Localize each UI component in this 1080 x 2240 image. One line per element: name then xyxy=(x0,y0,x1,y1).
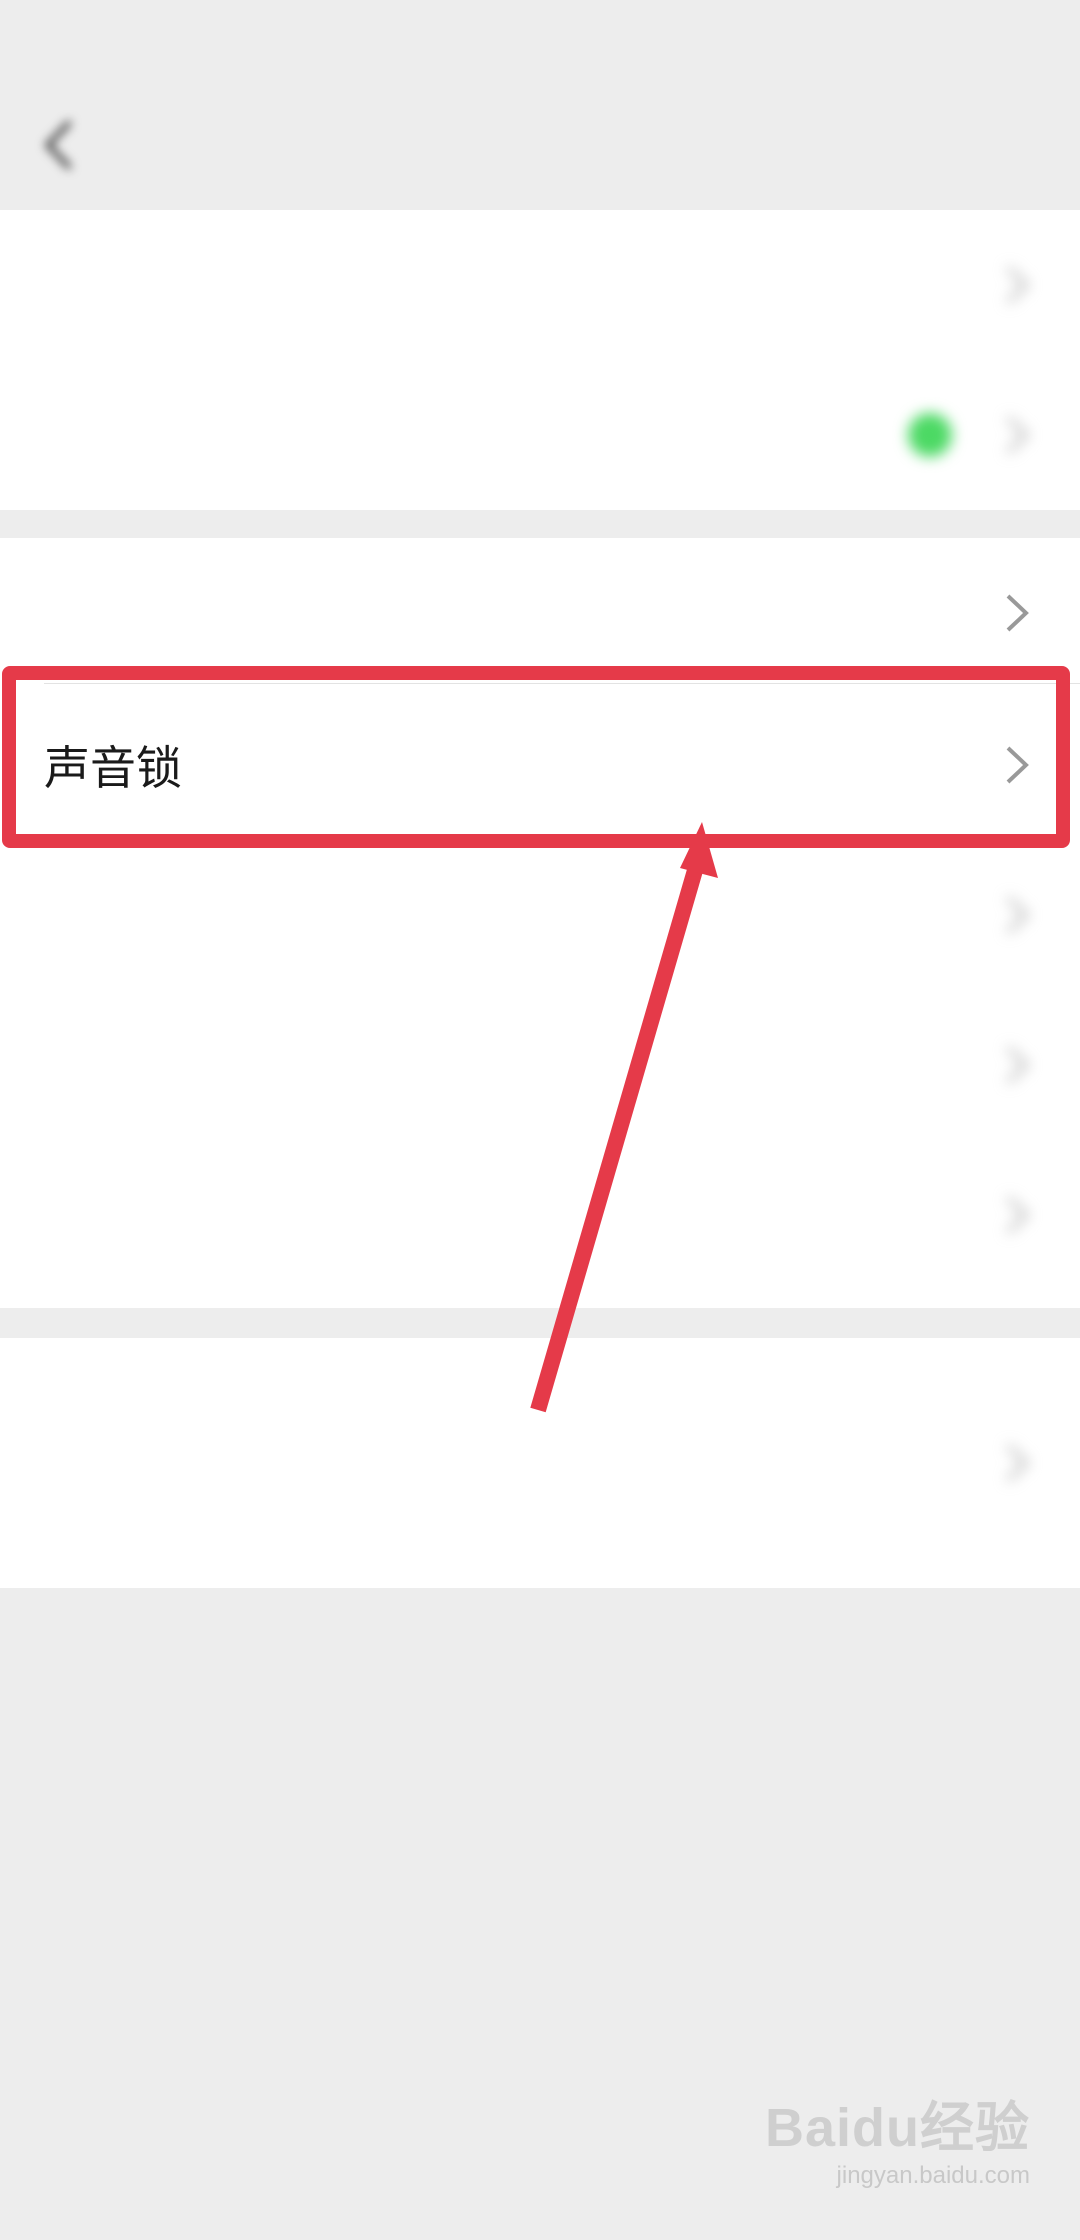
voice-lock-label: 声音锁 xyxy=(44,742,182,794)
baidu-jingyan-watermark: Baidu经验 jingyan.baidu.com xyxy=(765,2083,1030,2190)
settings-group-security: 声音锁 xyxy=(0,538,1080,1308)
settings-group-account xyxy=(0,210,1080,510)
settings-row-2-value xyxy=(908,413,970,457)
settings-group-center xyxy=(0,1338,1080,1588)
chevron-right-icon xyxy=(1006,746,1029,784)
nav-bar xyxy=(0,80,1080,210)
settings-row-3[interactable] xyxy=(0,538,1080,688)
settings-row-1[interactable] xyxy=(0,210,1080,360)
chevron-right-icon xyxy=(1006,416,1029,454)
chevron-left-icon xyxy=(44,120,72,170)
settings-row-6[interactable] xyxy=(0,990,1080,1140)
watermark-brand: Baidu经验 xyxy=(764,2098,1030,2158)
back-button[interactable] xyxy=(30,110,90,180)
status-bar xyxy=(0,0,1080,80)
chevron-right-icon xyxy=(1006,896,1029,934)
green-status-icon xyxy=(908,413,952,457)
settings-row-voice-lock[interactable]: 声音锁 xyxy=(0,690,1080,840)
chevron-right-icon xyxy=(1006,594,1029,632)
settings-row-7[interactable] xyxy=(0,1140,1080,1290)
watermark-site: jingyan.baidu.com xyxy=(836,2162,1030,2189)
chevron-right-icon xyxy=(1006,1046,1029,1084)
chevron-right-icon xyxy=(1006,1196,1029,1234)
settings-row-2[interactable] xyxy=(0,360,1080,510)
chevron-right-icon xyxy=(1006,266,1029,304)
row-divider xyxy=(44,683,1080,684)
settings-row-8[interactable] xyxy=(0,1338,1080,1588)
settings-row-5[interactable] xyxy=(0,840,1080,990)
chevron-right-icon xyxy=(1006,1444,1029,1482)
